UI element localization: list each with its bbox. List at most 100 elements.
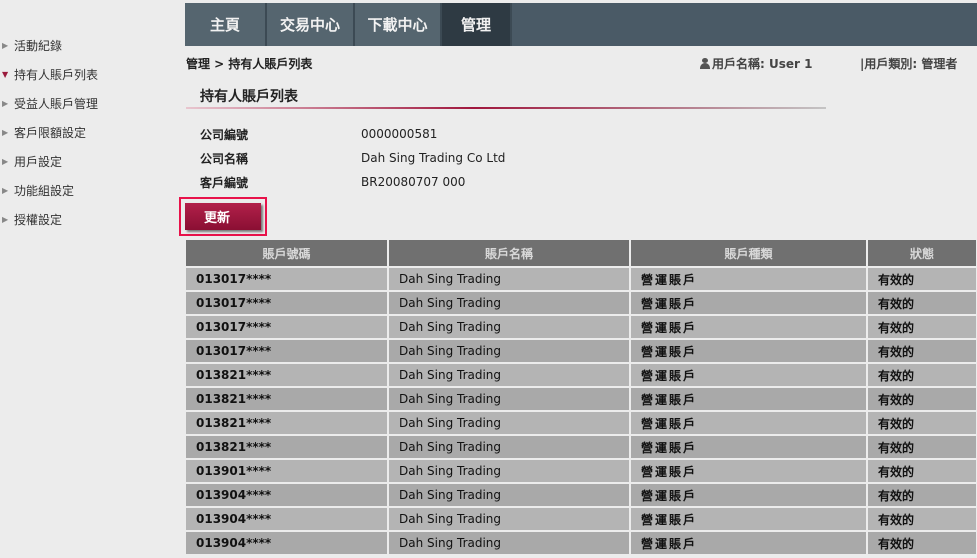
status-cell: 有效的	[867, 435, 977, 460]
account-type-cell: 營運賬戶	[630, 411, 868, 436]
tab-trading-center[interactable]: 交易中心	[267, 3, 355, 46]
sidebar-item-label: 用戶設定	[14, 155, 63, 169]
sidebar-item-customer-limit[interactable]: ▶ 客戶限額設定	[0, 118, 180, 147]
sidebar-item-activity-log[interactable]: ▶ 活動紀錄	[0, 31, 180, 60]
tab-home[interactable]: 主頁	[185, 3, 267, 46]
chevron-right-icon: ▶	[2, 186, 9, 195]
status-cell: 有效的	[867, 363, 977, 388]
account-name-cell: Dah Sing Trading	[388, 411, 631, 436]
breadcrumb: 管理 > 持有人賬戶列表	[186, 57, 313, 71]
company-id-label: 公司編號	[200, 127, 249, 142]
column-header-status[interactable]: 狀態	[867, 240, 977, 268]
account-name-cell: Dah Sing Trading	[388, 315, 631, 340]
account-name-cell: Dah Sing Trading	[388, 483, 631, 508]
table-row[interactable]: 013904**** Dah Sing Trading 營運賬戶 有效的	[186, 507, 977, 532]
table-row[interactable]: 013904**** Dah Sing Trading 營運賬戶 有效的	[186, 531, 977, 556]
chevron-right-icon: ▶	[2, 215, 9, 224]
account-name-cell: Dah Sing Trading	[388, 363, 631, 388]
sidebar-item-holder-accounts[interactable]: ▼ 持有人賬戶列表	[0, 60, 180, 89]
account-number-cell: 013821****	[186, 411, 389, 436]
account-type-cell: 營運賬戶	[630, 291, 868, 316]
account-type-cell: 營運賬戶	[630, 483, 868, 508]
account-name-cell: Dah Sing Trading	[388, 387, 631, 412]
account-number-cell: 013017****	[186, 267, 389, 292]
table-body: 013017**** Dah Sing Trading 營運賬戶 有效的 013017*…	[186, 267, 977, 556]
account-number-cell: 013821****	[186, 435, 389, 460]
table-row[interactable]: 013017**** Dah Sing Trading 營運賬戶 有效的	[186, 291, 977, 316]
sidebar-item-authorization[interactable]: ▶ 授權設定	[0, 205, 180, 234]
status-cell: 有效的	[867, 315, 977, 340]
account-type-cell: 營運賬戶	[630, 459, 868, 484]
update-button-highlight: 更新	[179, 197, 267, 236]
status-cell: 有效的	[867, 267, 977, 292]
table-row[interactable]: 013904**** Dah Sing Trading 營運賬戶 有效的	[186, 483, 977, 508]
company-name-row: 公司名稱 Dah Sing Trading Co Ltd	[200, 146, 505, 170]
sidebar-item-label: 功能組設定	[14, 184, 75, 198]
chevron-right-icon: ▶	[2, 99, 9, 108]
table-row[interactable]: 013821**** Dah Sing Trading 營運賬戶 有效的	[186, 387, 977, 412]
account-type-cell: 營運賬戶	[630, 267, 868, 292]
account-type-cell: 營運賬戶	[630, 315, 868, 340]
account-number-cell: 013904****	[186, 483, 389, 508]
account-table: 賬戶號碼 賬戶名稱 賬戶種類 狀態 013017**** Dah Sing Tra…	[186, 240, 977, 556]
account-type-cell: 營運賬戶	[630, 507, 868, 532]
status-cell: 有效的	[867, 459, 977, 484]
company-name-value: Dah Sing Trading Co Ltd	[361, 151, 506, 165]
table-row[interactable]: 013821**** Dah Sing Trading 營運賬戶 有效的	[186, 363, 977, 388]
sidebar-item-function-group[interactable]: ▶ 功能組設定	[0, 176, 180, 205]
status-cell: 有效的	[867, 531, 977, 556]
company-id-value: 0000000581	[361, 127, 438, 141]
table-row[interactable]: 013017**** Dah Sing Trading 營運賬戶 有效的	[186, 267, 977, 292]
table-row[interactable]: 013821**** Dah Sing Trading 營運賬戶 有效的	[186, 411, 977, 436]
status-cell: 有效的	[867, 387, 977, 412]
tab-admin[interactable]: 管理	[442, 3, 512, 46]
account-number-cell: 013904****	[186, 531, 389, 556]
account-type-cell: 營運賬戶	[630, 531, 868, 556]
sidebar-item-beneficiary-management[interactable]: ▶ 受益人賬戶管理	[0, 89, 180, 118]
table-header-row: 賬戶號碼 賬戶名稱 賬戶種類 狀態	[186, 240, 977, 268]
title-divider	[186, 107, 826, 109]
update-button[interactable]: 更新	[185, 203, 261, 230]
table-row[interactable]: 013901**** Dah Sing Trading 營運賬戶 有效的	[186, 459, 977, 484]
account-type-cell: 營運賬戶	[630, 363, 868, 388]
chevron-down-icon: ▼	[2, 70, 9, 79]
table-row[interactable]: 013017**** Dah Sing Trading 營運賬戶 有效的	[186, 339, 977, 364]
status-cell: 有效的	[867, 507, 977, 532]
sidebar: ▶ 活動紀錄 ▼ 持有人賬戶列表 ▶ 受益人賬戶管理 ▶ 客戶限額設定 ▶ 用戶…	[0, 31, 180, 234]
account-number-cell: 013821****	[186, 363, 389, 388]
customer-id-label: 客戶編號	[200, 175, 249, 190]
column-header-account-number[interactable]: 賬戶號碼	[186, 240, 389, 268]
chevron-right-icon: ▶	[2, 128, 9, 137]
account-type-cell: 營運賬戶	[630, 387, 868, 412]
status-cell: 有效的	[867, 291, 977, 316]
account-number-cell: 013017****	[186, 339, 389, 364]
column-header-account-name[interactable]: 賬戶名稱	[388, 240, 631, 268]
sidebar-item-label: 授權設定	[14, 213, 63, 227]
account-name-cell: Dah Sing Trading	[388, 435, 631, 460]
account-name-cell: Dah Sing Trading	[388, 291, 631, 316]
column-header-account-type[interactable]: 賬戶種類	[630, 240, 868, 268]
account-type-cell: 營運賬戶	[630, 435, 868, 460]
sidebar-item-user-settings[interactable]: ▶ 用戶設定	[0, 147, 180, 176]
tab-download-center[interactable]: 下載中心	[355, 3, 442, 46]
account-name-cell: Dah Sing Trading	[388, 507, 631, 532]
sidebar-item-label: 活動紀錄	[14, 39, 63, 53]
account-name-cell: Dah Sing Trading	[388, 267, 631, 292]
company-info: 公司編號 0000000581 公司名稱 Dah Sing Trading Co…	[200, 122, 505, 194]
page-title: 持有人賬戶列表	[200, 89, 298, 105]
account-number-cell: 013017****	[186, 315, 389, 340]
sidebar-item-label: 受益人賬戶管理	[14, 97, 99, 111]
sidebar-item-label: 客戶限額設定	[14, 126, 87, 140]
user-type: |用戶類別: 管理者	[860, 57, 958, 71]
account-name-cell: Dah Sing Trading	[388, 339, 631, 364]
sidebar-item-label: 持有人賬戶列表	[14, 68, 99, 82]
table-row[interactable]: 013017**** Dah Sing Trading 營運賬戶 有效的	[186, 315, 977, 340]
chevron-right-icon: ▶	[2, 157, 9, 166]
account-number-cell: 013901****	[186, 459, 389, 484]
customer-id-value: BR20080707 000	[361, 175, 466, 189]
table-row[interactable]: 013821**** Dah Sing Trading 營運賬戶 有效的	[186, 435, 977, 460]
user-name: 用戶名稱: User 1	[700, 55, 812, 72]
chevron-right-icon: ▶	[2, 41, 9, 50]
account-name-cell: Dah Sing Trading	[388, 459, 631, 484]
user-name-text: 用戶名稱: User 1	[712, 57, 813, 71]
